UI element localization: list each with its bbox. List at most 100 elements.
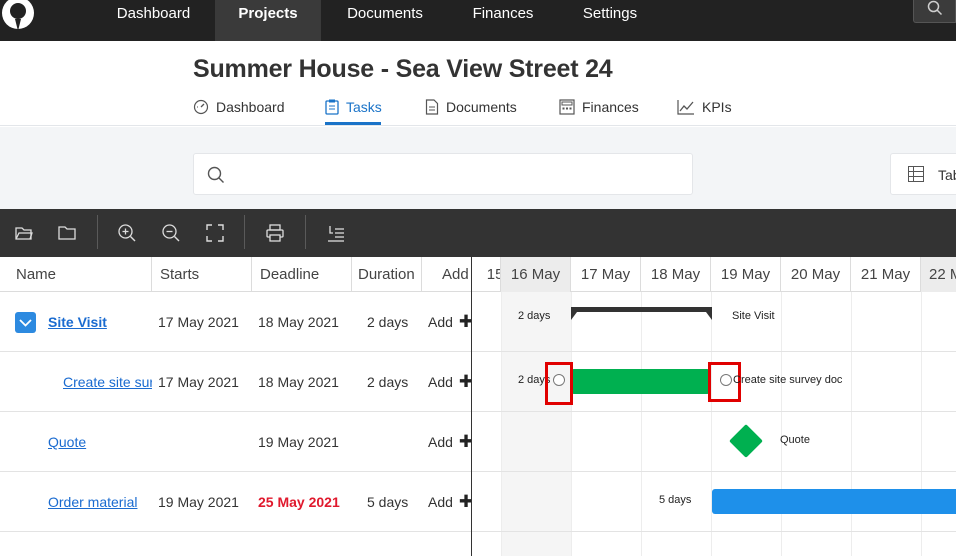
- gauge-icon: [193, 99, 209, 115]
- tab-documents-label: Documents: [446, 99, 517, 115]
- column-header-deadline[interactable]: Deadline: [252, 257, 352, 292]
- summary-task-label: Site Visit: [732, 310, 775, 322]
- document-icon: [425, 99, 439, 115]
- summary-task-bar[interactable]: [571, 307, 712, 321]
- table-icon: [908, 166, 924, 182]
- column-header-starts[interactable]: Starts: [152, 257, 252, 292]
- page-title: Summer House - Sea View Street 24: [193, 55, 613, 83]
- task-name-link[interactable]: Site Visit: [48, 292, 152, 352]
- plus-icon: ✚: [458, 492, 471, 511]
- task-name-label[interactable]: Quote: [48, 434, 86, 450]
- plus-icon: ✚: [458, 312, 471, 331]
- summary-duration-label: 2 days: [518, 310, 551, 322]
- zoom-out-icon[interactable]: [161, 223, 181, 243]
- add-subtask-button[interactable]: Add ✚: [428, 472, 471, 532]
- tab-tasks-label: Tasks: [346, 99, 382, 115]
- nav-projects[interactable]: Projects: [215, 0, 321, 41]
- task-starts: [158, 412, 252, 472]
- add-label: Add: [428, 434, 453, 450]
- task-name-label[interactable]: Order material: [48, 494, 137, 510]
- print-icon[interactable]: [265, 223, 285, 243]
- task-starts: 17 May 2021: [158, 374, 239, 390]
- app-logo[interactable]: [0, 0, 40, 32]
- add-subtask-button[interactable]: Add ✚: [428, 352, 471, 412]
- plus-icon: ✚: [458, 432, 471, 451]
- day-header: 15 May: [472, 257, 501, 292]
- milestone-label: Quote: [780, 434, 810, 446]
- task-duration: 5 days: [367, 494, 409, 510]
- table-view-button[interactable]: Tab: [890, 153, 956, 195]
- active-tab-indicator: [325, 122, 381, 125]
- table-row: Quote 19 May 2021 Add ✚: [0, 412, 956, 472]
- task-name-link[interactable]: Create site sur: [63, 352, 152, 412]
- task-deadline-overdue: 25 May 2021: [258, 494, 340, 510]
- tab-dashboard[interactable]: Dashboard: [193, 99, 285, 125]
- task-name-label[interactable]: Site Visit: [48, 314, 107, 330]
- top-navigation: Dashboard Projects Documents Finances Se…: [0, 0, 956, 41]
- nav-search-button[interactable]: [913, 0, 956, 23]
- column-header-name[interactable]: Name: [0, 257, 152, 292]
- grid-header: Name Starts Deadline Duration Add 15 May…: [0, 257, 956, 292]
- day-header-label: 15 May: [486, 266, 500, 283]
- task-duration: [367, 412, 422, 472]
- nav-finances[interactable]: Finances: [453, 0, 553, 41]
- day-header: 22 May: [921, 257, 956, 292]
- day-header: 19 May: [711, 257, 781, 292]
- chevron-down-icon: [19, 319, 32, 327]
- task-bar[interactable]: [712, 489, 956, 514]
- task-starts: 19 May 2021: [158, 494, 239, 510]
- task-starts: 17 May 2021: [158, 314, 239, 330]
- task-name-link[interactable]: Quote: [48, 412, 152, 472]
- task-bar[interactable]: [572, 369, 709, 394]
- fit-screen-icon[interactable]: [205, 223, 225, 243]
- nav-dashboard[interactable]: Dashboard: [100, 0, 207, 41]
- gantt-toolbar: [0, 209, 956, 257]
- table-view-label: Tab: [938, 167, 956, 183]
- grid-chart-splitter[interactable]: [471, 257, 472, 556]
- line-chart-icon: [677, 100, 694, 115]
- tab-kpis-label: KPIs: [702, 99, 732, 115]
- plus-icon: ✚: [458, 372, 471, 391]
- day-header: 17 May: [571, 257, 641, 292]
- day-header: 20 May: [781, 257, 851, 292]
- calculator-icon: [559, 99, 575, 115]
- day-header: 21 May: [851, 257, 921, 292]
- add-subtask-button[interactable]: Add ✚: [428, 412, 471, 472]
- tab-dashboard-label: Dashboard: [216, 99, 285, 115]
- day-header: 18 May: [641, 257, 711, 292]
- task-name-link[interactable]: Order material: [48, 472, 152, 532]
- tab-kpis[interactable]: KPIs: [677, 99, 732, 125]
- task-deadline: 18 May 2021: [258, 314, 339, 330]
- search-icon: [207, 166, 224, 183]
- table-row: Site Visit 17 May 2021 18 May 2021 2 day…: [0, 292, 956, 352]
- indent-icon[interactable]: [326, 223, 346, 243]
- toolbar-divider: [244, 215, 245, 249]
- task-search-input[interactable]: [193, 153, 693, 195]
- project-header: Summer House - Sea View Street 24 Dashbo…: [0, 41, 956, 126]
- highlight-box: [545, 362, 573, 405]
- add-subtask-button[interactable]: Add ✚: [428, 292, 471, 352]
- open-folder-icon[interactable]: [14, 223, 34, 243]
- tab-documents[interactable]: Documents: [425, 99, 517, 125]
- task-bar-label: Create site survey doc: [733, 374, 843, 386]
- nav-documents[interactable]: Documents: [331, 0, 439, 41]
- collapse-toggle[interactable]: [15, 312, 36, 333]
- search-icon: [927, 0, 943, 16]
- toolbar-divider: [97, 215, 98, 249]
- clipboard-icon: [325, 99, 339, 115]
- add-label: Add: [428, 374, 453, 390]
- column-header-duration[interactable]: Duration: [352, 257, 422, 292]
- add-label: Add: [428, 494, 453, 510]
- toolbar-divider: [305, 215, 306, 249]
- zoom-in-icon[interactable]: [117, 223, 137, 243]
- day-header: 16 May: [501, 257, 571, 292]
- nav-settings[interactable]: Settings: [570, 0, 650, 41]
- folder-icon[interactable]: [57, 223, 77, 243]
- tab-finances[interactable]: Finances: [559, 99, 639, 125]
- column-header-add[interactable]: Add: [422, 257, 471, 292]
- add-label: Add: [428, 314, 453, 330]
- task-deadline: 18 May 2021: [258, 374, 339, 390]
- task-duration-label: 5 days: [659, 494, 692, 506]
- task-deadline: 19 May 2021: [258, 434, 339, 450]
- task-name-label[interactable]: Create site sur: [63, 374, 152, 390]
